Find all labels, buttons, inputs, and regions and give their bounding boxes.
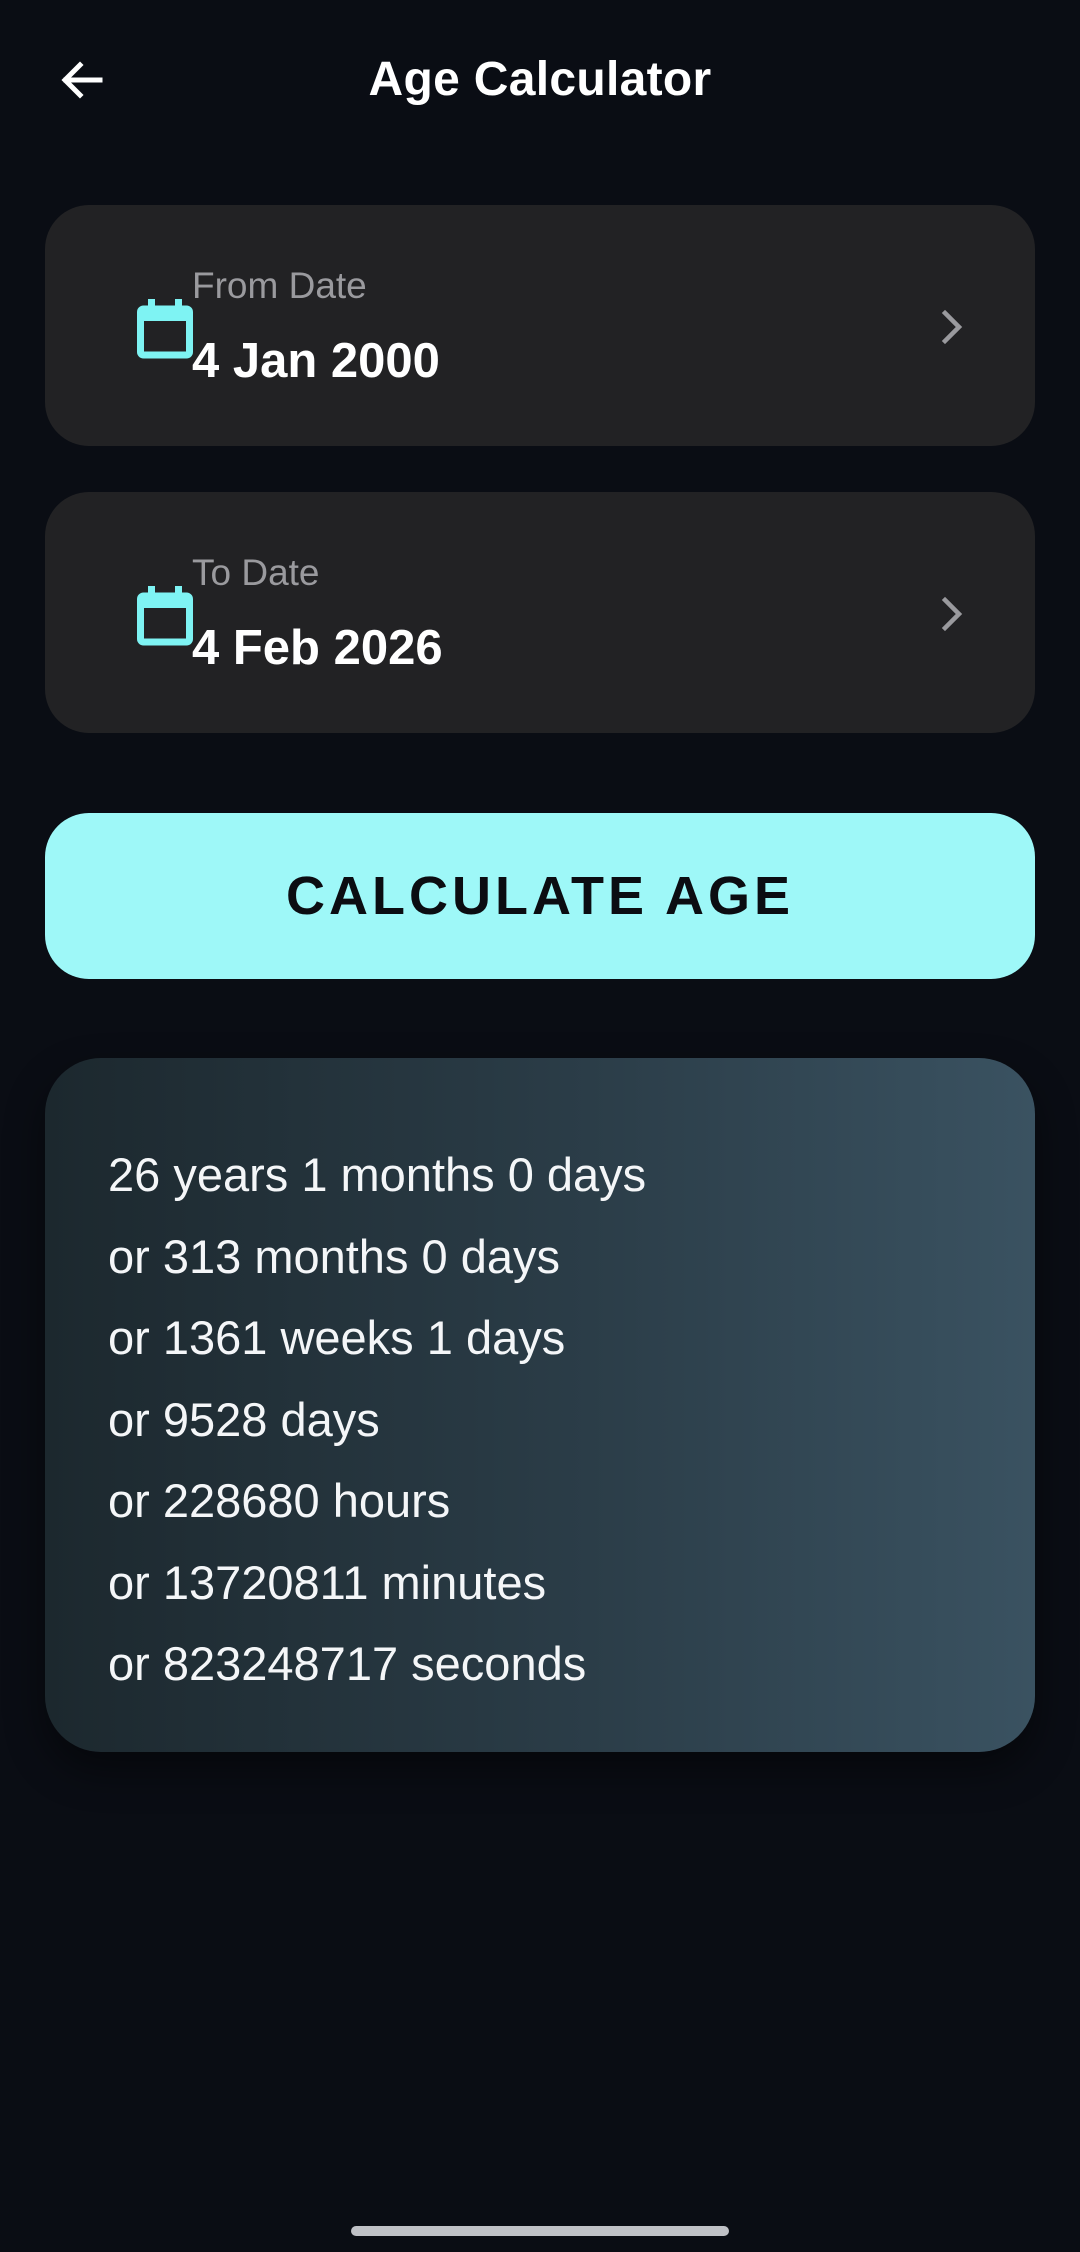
result-line: or 1361 weeks 1 days (108, 1311, 566, 1364)
result-line: or 228680 hours (108, 1474, 451, 1527)
to-date-label: To Date (192, 552, 320, 593)
page-title: Age Calculator (368, 53, 712, 106)
to-date-value: 4 Feb 2026 (192, 621, 443, 675)
result-line: or 9528 days (108, 1392, 380, 1446)
from-date-card[interactable]: From Date 4 Jan 2000 (45, 205, 1035, 446)
calculate-age-button[interactable]: CALCULATE AGE (45, 813, 1035, 979)
result-line: or 313 months 0 days (108, 1229, 560, 1283)
chevron-right-icon (941, 309, 963, 345)
app-bar: Age Calculator (0, 0, 1080, 164)
result-line: or 13720811 minutes (108, 1555, 547, 1609)
result-line: or 823248717 seconds (108, 1637, 587, 1690)
result-list: 26 years 1 months 0 days or 313 months 0… (108, 1134, 646, 1705)
from-date-label: From Date (192, 265, 367, 306)
from-date-value: 4 Jan 2000 (192, 334, 440, 388)
result-card: 26 years 1 months 0 days or 313 months 0… (45, 1058, 1035, 1752)
calendar-icon (137, 586, 193, 646)
to-date-card[interactable]: To Date 4 Feb 2026 (45, 492, 1035, 733)
chevron-right-icon (941, 596, 963, 632)
home-indicator[interactable] (351, 2226, 729, 2236)
calendar-icon (137, 299, 193, 359)
result-line: 26 years 1 months 0 days (108, 1148, 647, 1201)
